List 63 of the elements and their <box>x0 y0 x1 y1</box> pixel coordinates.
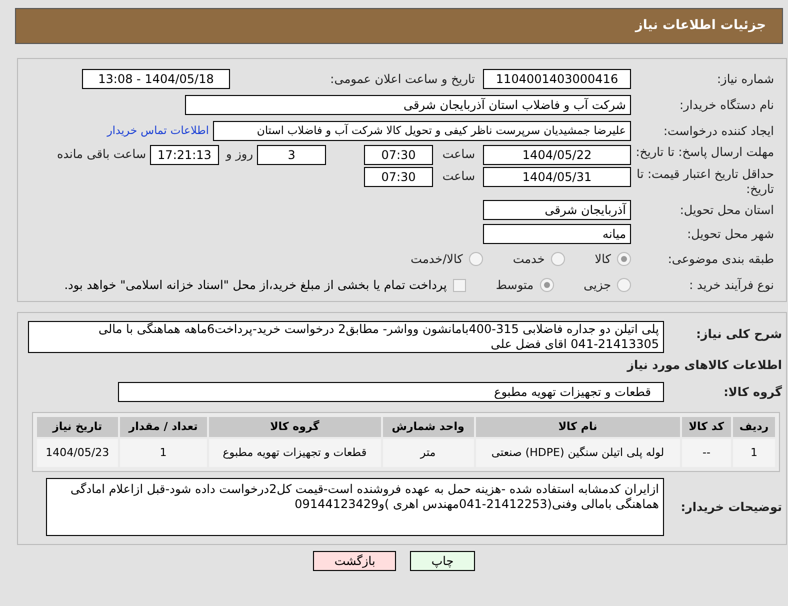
table-cell: قطعات و تجهیزات تهویه مطبوع <box>208 439 381 467</box>
field-label: ساعت باقی مانده <box>56 147 146 161</box>
radio-button[interactable] <box>617 252 631 266</box>
field-label: ساعت <box>442 147 475 161</box>
field-label: طبقه بندی موضوعی: <box>668 252 774 266</box>
field-label: خدمت <box>512 252 545 266</box>
value-field: 1404/05/18 - 13:08 <box>82 69 230 89</box>
field-label: ایجاد کننده درخواست: <box>663 124 774 138</box>
table-cell: 1 <box>732 439 775 467</box>
print-button[interactable]: چاپ <box>410 551 475 571</box>
column-header: تعداد / مقدار <box>120 417 207 437</box>
field-label: روز و <box>226 147 253 161</box>
value-field: قطعات و تجهیزات تهویه مطبوع <box>118 382 664 402</box>
field-label: کالا <box>594 252 611 266</box>
field-label: حداقل تاریخ اعتبار قیمت: تا تاریخ: <box>636 167 774 196</box>
value-field: 17:21:13 <box>150 145 219 165</box>
contact-link[interactable]: اطلاعات تماس خریدار <box>107 122 209 140</box>
column-header: کد کالا <box>682 417 731 437</box>
radio-button[interactable] <box>617 278 631 292</box>
back-button[interactable]: بازگشت <box>313 551 396 571</box>
field-label: نام دستگاه خریدار: <box>680 98 774 112</box>
field-label: جزیی <box>584 278 611 292</box>
column-header: نام کالا <box>476 417 680 437</box>
value-field: 07:30 <box>364 167 433 187</box>
notes-field: ازایران کدمشابه استفاده شده -هزینه حمل به عهده فروشنده است-قیمت کل2درخواست داده شود-قبل ازاعلام امادگی هماهنگی بامالی وفنی(21412253-041مهندس اهری )و09144123429 <box>46 478 664 536</box>
field-label: مهلت ارسال پاسخ: تا تاریخ: <box>636 145 774 159</box>
value-field: 07:30 <box>364 145 433 165</box>
column-header: واحد شمارش <box>382 417 474 437</box>
payment-note: پرداخت تمام یا بخشی از مبلغ خرید،از محل "اسناد خزانه اسلامی" خواهد بود. <box>64 277 447 294</box>
field-label: استان محل تحویل: <box>680 203 774 217</box>
radio-button[interactable] <box>550 252 565 266</box>
checkbox[interactable] <box>452 278 466 292</box>
table-cell: 1 <box>120 439 207 467</box>
field-label: اطلاعات کالاهای مورد نیاز <box>627 358 782 372</box>
value-field: 3 <box>257 145 326 165</box>
value-field: 1104001403000416 <box>483 69 631 89</box>
value-field: آذربایجان شرقی <box>483 200 631 220</box>
value-field: شرکت آب و فاضلاب استان آذربایجان شرقی <box>185 95 631 115</box>
field-label: متوسط <box>496 278 534 292</box>
table-cell: متر <box>382 439 474 467</box>
value-field: 1404/05/22 <box>483 145 631 165</box>
field-label: شهر محل تحویل: <box>687 227 774 241</box>
field-label: گروه کالا: <box>724 385 782 399</box>
field-label: شرح کلی نیاز: <box>696 327 782 341</box>
field-label: ساعت <box>442 169 475 183</box>
field-label: نوع فرآیند خرید : <box>689 278 774 292</box>
value-field: میانه <box>483 224 631 244</box>
radio-button[interactable] <box>468 252 483 266</box>
field-label: کالا/خدمت <box>410 252 463 266</box>
field-label: شماره نیاز: <box>717 72 774 86</box>
column-header: ردیف <box>732 417 775 437</box>
field-label: تاریخ و ساعت اعلان عمومی: <box>330 72 475 86</box>
table-cell: 1404/05/23 <box>37 439 118 467</box>
page-title: جزئیات اطلاعات نیاز <box>635 17 766 36</box>
value-field: 1404/05/31 <box>483 167 631 187</box>
table-cell: لوله پلی اتیلن سنگین (HDPE) صنعتی <box>476 439 680 467</box>
column-header: گروه کالا <box>208 417 381 437</box>
radio-button[interactable] <box>540 278 554 292</box>
table-cell: -- <box>682 439 731 467</box>
value-field: علیرضا جمشیدیان سرپرست ناظر کیفی و تحویل کالا شرکت آب و فاضلاب استان <box>213 121 631 141</box>
field-label: توضیحات خریدار: <box>680 500 782 514</box>
column-header: تاریخ نیاز <box>37 417 118 437</box>
description-field: پلی اتیلن دو جداره فاضلابی 315-400بامانشون وواشر- مطابق2 درخواست خرید-پرداخت6ماهه هماهنگی با مالی 21413305-041 اقای فضل علی <box>28 321 664 353</box>
